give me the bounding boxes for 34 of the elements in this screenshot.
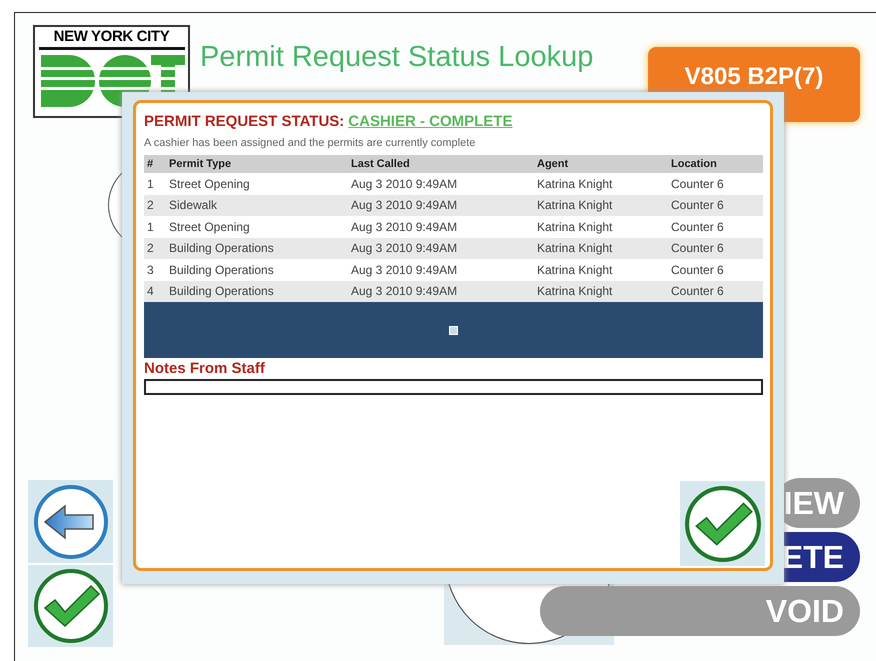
dialog-heading: PERMIT REQUEST STATUS: xyxy=(144,112,344,132)
table-cell: Building Operations xyxy=(166,238,348,259)
notes-label: Notes From Staff xyxy=(144,359,266,379)
table-cell: Aug 3 2010 9:49AM xyxy=(348,238,534,259)
column-header: Location xyxy=(668,155,763,173)
table-cell: Katrina Knight xyxy=(534,238,668,259)
ok-button[interactable] xyxy=(680,481,765,566)
notes-field[interactable] xyxy=(144,379,763,395)
page-title: Permit Request Status Lookup xyxy=(200,40,594,75)
action-button[interactable]: VOID xyxy=(540,586,860,636)
loading-icon xyxy=(449,326,458,334)
table-cell: Counter 6 xyxy=(668,280,763,302)
status-description: A cashier has been assigned and the permits are currently complete xyxy=(144,136,476,150)
status-text: CASHIER - COMPLETE xyxy=(348,112,512,132)
column-header: Last Called xyxy=(348,155,534,173)
back-button[interactable] xyxy=(28,480,113,563)
column-header: # xyxy=(144,155,166,173)
table-cell: Counter 6 xyxy=(668,238,763,259)
checkmark-icon xyxy=(32,568,108,644)
table-cell: 2 xyxy=(144,238,166,259)
column-header: Agent xyxy=(534,155,668,173)
table-cell: Katrina Knight xyxy=(534,194,668,216)
logo-text: NEW YORK CITY xyxy=(54,29,170,44)
table-cell: 2 xyxy=(144,194,166,216)
table-cell: Katrina Knight xyxy=(534,280,668,302)
table-cell: 4 xyxy=(144,280,166,302)
column-header: Permit Type xyxy=(166,155,348,173)
table-cell: Sidewalk xyxy=(166,194,348,216)
table-cell: Counter 6 xyxy=(668,194,763,216)
confirm-button[interactable] xyxy=(28,565,113,647)
table-cell: Aug 3 2010 9:49AM xyxy=(348,280,534,302)
table-cell: Building Operations xyxy=(166,280,348,302)
table-cell: Aug 3 2010 9:49AM xyxy=(348,194,534,216)
checkmark-icon xyxy=(684,484,762,562)
